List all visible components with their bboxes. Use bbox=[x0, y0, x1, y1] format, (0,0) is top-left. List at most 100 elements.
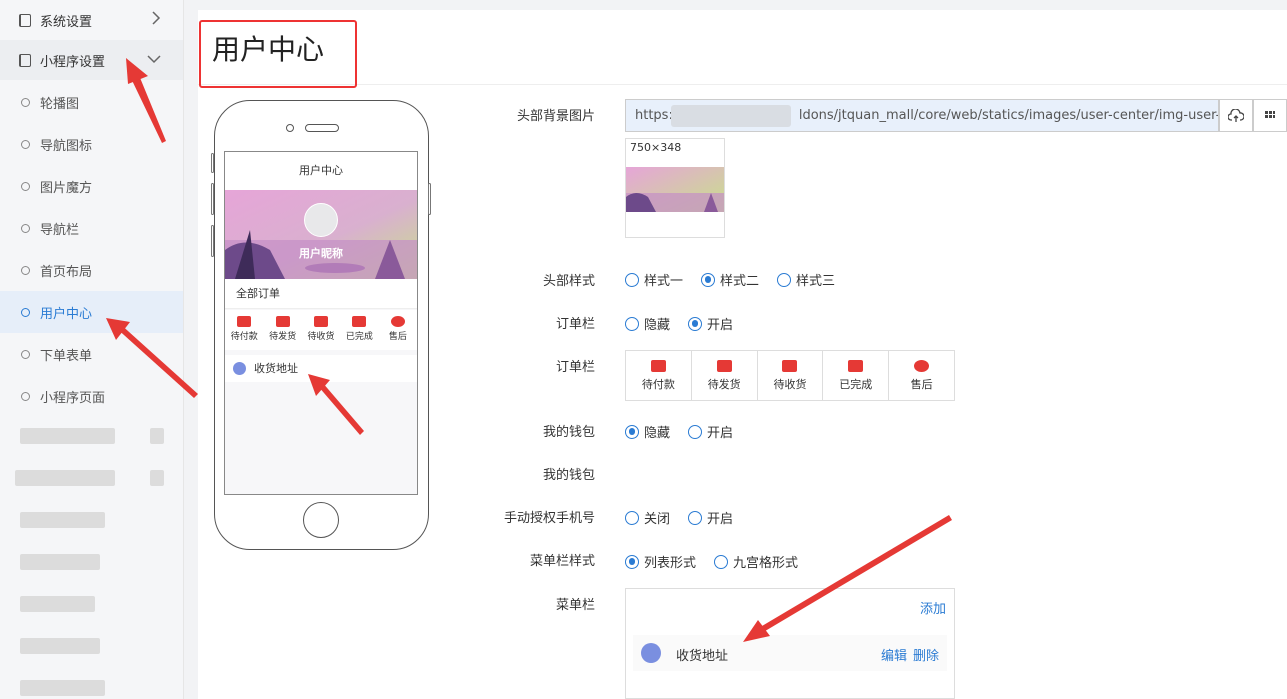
order-row: 待付款 待发货 待收货 已完成 售后 bbox=[225, 310, 417, 350]
book-icon bbox=[19, 53, 31, 67]
sidebar-item-image-cube[interactable]: 图片魔方 bbox=[0, 165, 183, 207]
sidebar-item-order-form[interactable]: 下单表单 bbox=[0, 333, 183, 375]
order-item[interactable]: 已完成 bbox=[823, 351, 890, 400]
order-icons-box: 待付款 待发货 待收货 已完成 售后 bbox=[625, 350, 955, 401]
radio-order-show[interactable]: 开启 bbox=[688, 314, 733, 333]
divider bbox=[198, 84, 1287, 85]
radio-label: 开启 bbox=[707, 318, 734, 333]
order-cell: 已完成 bbox=[340, 310, 378, 350]
sidebar-item-label: 下单表单 bbox=[40, 348, 93, 364]
radio-wallet-show[interactable]: 开启 bbox=[688, 422, 733, 441]
gallery-button[interactable] bbox=[1253, 99, 1287, 132]
wallet-icon bbox=[237, 316, 252, 327]
sidebar-item-navbar[interactable]: 导航栏 bbox=[0, 207, 183, 249]
phone-side-button bbox=[428, 183, 431, 215]
radio-order-hide[interactable]: 隐藏 bbox=[625, 314, 670, 333]
order-item[interactable]: 售后 bbox=[889, 351, 954, 400]
menu-add-button[interactable]: 添加 bbox=[920, 598, 946, 617]
sidebar-item-banner[interactable]: 轮播图 bbox=[0, 81, 183, 123]
header-style-label: 头部样式 bbox=[542, 274, 595, 289]
circle-icon bbox=[21, 349, 30, 359]
radio-label: 样式一 bbox=[644, 274, 684, 289]
radio-label: 样式二 bbox=[720, 274, 760, 289]
wallet2-label: 我的钱包 bbox=[542, 468, 595, 483]
blurred-item bbox=[20, 680, 105, 696]
preview-title: 用户中心 bbox=[225, 152, 417, 190]
sidebar-item-label: 导航栏 bbox=[40, 222, 80, 238]
radio-label: 开启 bbox=[707, 426, 734, 441]
check-icon bbox=[352, 316, 367, 327]
order-item[interactable]: 待收货 bbox=[758, 351, 824, 400]
wallet-group: 隐藏 开启 bbox=[625, 422, 751, 441]
circle-icon bbox=[21, 139, 30, 149]
circle-icon bbox=[21, 391, 30, 401]
order-label: 售后 bbox=[388, 332, 407, 342]
sidebar-item-user-center[interactable]: 用户中心 bbox=[0, 291, 183, 333]
sidebar-item-nav-icons[interactable]: 导航图标 bbox=[0, 123, 183, 165]
wallet-label: 我的钱包 bbox=[542, 425, 595, 440]
location-pin-icon bbox=[641, 643, 661, 663]
blurred-item bbox=[20, 512, 105, 528]
sidebar-item-label: 小程序设置 bbox=[40, 54, 106, 70]
circle-icon bbox=[21, 97, 30, 107]
radio-phone-on[interactable]: 开启 bbox=[688, 508, 733, 527]
order-bar-group: 隐藏 开启 bbox=[625, 314, 751, 333]
sidebar-item-label: 首页布局 bbox=[40, 264, 93, 280]
order-item-label: 待付款 bbox=[641, 378, 675, 391]
radio-menu-list[interactable]: 列表形式 bbox=[625, 552, 696, 571]
phone-side-button bbox=[211, 183, 214, 215]
menu-item: 收货地址 编辑 删除 bbox=[633, 635, 947, 671]
radio-label: 开启 bbox=[707, 512, 734, 527]
blurred-item bbox=[20, 554, 100, 570]
thumbnail-dimensions: 750×348 bbox=[630, 141, 682, 154]
blurred-item bbox=[20, 596, 95, 612]
truck-icon bbox=[716, 360, 732, 372]
sidebar-item-system-settings[interactable]: 系统设置 bbox=[0, 0, 183, 40]
order-cell: 待收货 bbox=[302, 310, 340, 350]
box-icon bbox=[314, 316, 329, 327]
radio-style-2[interactable]: 样式二 bbox=[701, 270, 759, 289]
blurred-item bbox=[150, 470, 164, 486]
thumbnail-image bbox=[626, 167, 724, 212]
header-bg-label: 头部背景图片 bbox=[516, 109, 595, 124]
order-item[interactable]: 待付款 bbox=[626, 351, 692, 400]
sidebar-item-label: 用户中心 bbox=[40, 306, 93, 322]
radio-menu-grid[interactable]: 九宫格形式 bbox=[714, 552, 798, 571]
all-orders: 全部订单 bbox=[225, 279, 417, 309]
radio-label: 隐藏 bbox=[644, 426, 671, 441]
order-label: 待收货 bbox=[307, 332, 335, 342]
sidebar-item-mini-settings[interactable]: 小程序设置 bbox=[0, 40, 183, 80]
radio-style-3[interactable]: 样式三 bbox=[777, 270, 835, 289]
menu-edit-button[interactable]: 编辑 bbox=[881, 645, 907, 664]
sidebar-item-home-layout[interactable]: 首页布局 bbox=[0, 249, 183, 291]
aftersale-icon bbox=[914, 360, 930, 372]
radio-phone-off[interactable]: 关闭 bbox=[625, 508, 670, 527]
sidebar-item-label: 图片魔方 bbox=[40, 180, 93, 196]
upload-button[interactable] bbox=[1219, 99, 1253, 132]
order-cell: 待发货 bbox=[263, 310, 301, 350]
location-pin-icon bbox=[233, 362, 246, 375]
phone-side-button bbox=[211, 225, 214, 257]
sidebar-item-mini-pages[interactable]: 小程序页面 bbox=[0, 375, 183, 417]
menu-delete-button[interactable]: 删除 bbox=[913, 645, 939, 664]
blurred-item bbox=[150, 428, 164, 444]
radio-wallet-hide[interactable]: 隐藏 bbox=[625, 422, 670, 441]
book-icon bbox=[19, 13, 31, 27]
radio-label: 列表形式 bbox=[644, 556, 697, 571]
order-label: 已完成 bbox=[345, 332, 373, 342]
address-label: 收货地址 bbox=[254, 362, 298, 375]
menu-label: 菜单栏 bbox=[555, 598, 595, 613]
order-cell: 待付款 bbox=[225, 310, 263, 350]
circle-icon bbox=[21, 181, 30, 191]
order-bar2-label: 订单栏 bbox=[555, 360, 595, 375]
menu-style-group: 列表形式 九宫格形式 bbox=[625, 552, 816, 571]
radio-label: 隐藏 bbox=[644, 318, 671, 333]
check-icon bbox=[848, 360, 864, 372]
radio-style-1[interactable]: 样式一 bbox=[625, 270, 683, 289]
order-item[interactable]: 待发货 bbox=[692, 351, 758, 400]
order-label: 待发货 bbox=[269, 332, 297, 342]
sidebar-item-label: 轮播图 bbox=[40, 96, 80, 112]
header-style-group: 样式一 样式二 样式三 bbox=[625, 270, 853, 289]
wallet-icon bbox=[650, 360, 666, 372]
phone-auth-label: 手动授权手机号 bbox=[503, 511, 595, 526]
